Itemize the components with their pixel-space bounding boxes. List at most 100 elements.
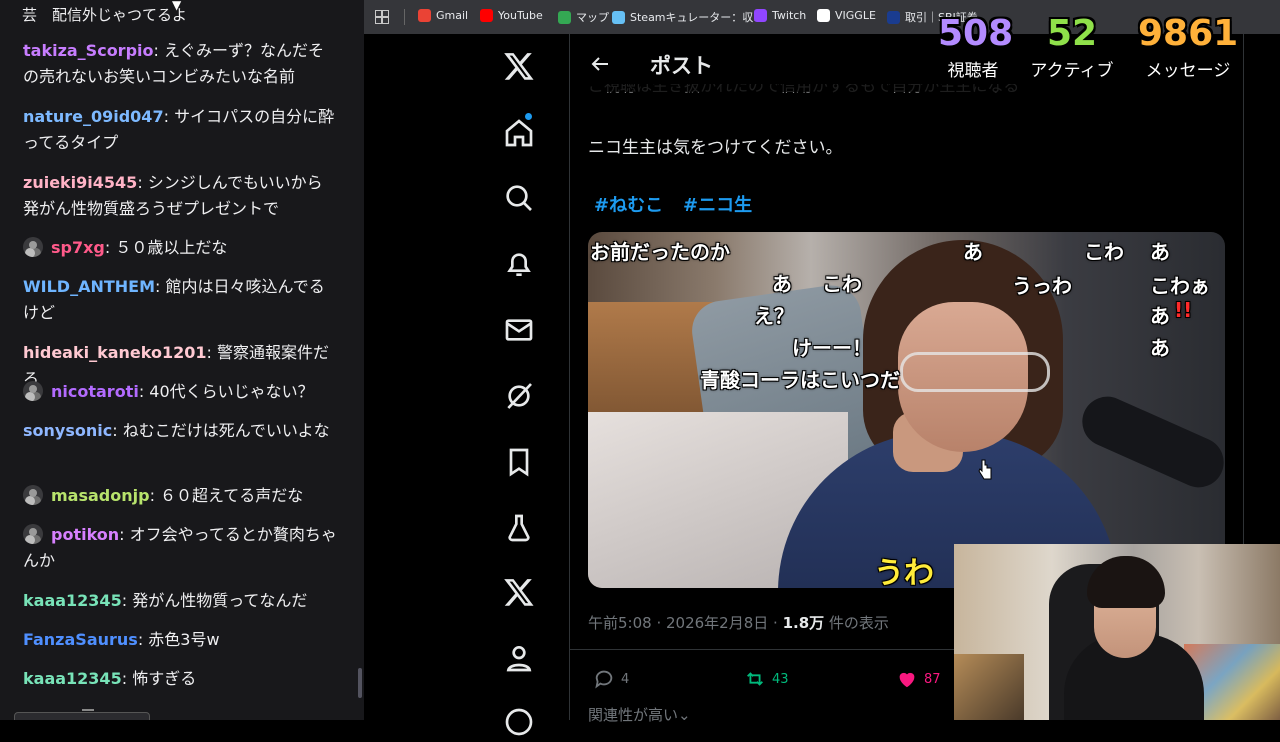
bookmark-icon[interactable] [503,446,535,478]
home-icon[interactable] [503,117,535,149]
grok-icon[interactable] [503,380,535,412]
chat-username[interactable]: FanzaSaurus [23,630,138,649]
bookmark-item[interactable]: YouTube [480,9,543,22]
chat-username[interactable]: nature_09id047 [23,107,164,126]
back-arrow-icon[interactable] [588,52,612,76]
danmaku-comment: あ [772,272,792,296]
chat-message: potikon: オフ会やってるとか贅肉ちゃんか [23,522,338,574]
view-count: 1.8万 [782,614,825,632]
x-premium-icon[interactable] [503,576,535,608]
bookmark-label: YouTube [498,9,543,22]
chat-message: kaaa12345: 怖すぎる [23,666,338,692]
message-label: メッセージ [1145,61,1231,81]
favicon-icon [558,10,571,24]
favicon-icon [418,9,431,22]
page-title: ポスト [650,54,713,78]
user-badge-icon [23,523,43,544]
chat-username[interactable]: potikon [51,525,119,544]
chat-message: FanzaSaurus: 赤色3号w [23,627,338,653]
caret-down-icon[interactable]: ▼ [172,0,181,12]
bookmark-label: Steamキュレーター：収... [630,11,764,24]
bookmark-item[interactable]: マップ [558,9,609,25]
chat-text: ５０歳以上だな [115,238,228,257]
repost-count: 43 [772,671,789,687]
chat-colon: : [155,277,166,296]
chat-message: masadonjp: ６０超えてる声だな [23,483,338,509]
chat-colon: : [121,591,133,610]
post-body: ニコ生主は気をつけてください。 [588,138,843,158]
favicon-icon [480,9,493,22]
bookmark-item[interactable]: Gmail [418,9,468,22]
like-count: 87 [924,671,941,687]
chat-text: 赤色3号w [148,630,220,649]
danmaku-comment: うっわ [1012,274,1072,298]
hashtag-link[interactable]: #ねむこ [594,191,663,217]
profile-icon[interactable] [503,642,535,674]
chat-colon: : [206,343,217,362]
chat-username[interactable]: WILD_ANTHEM [23,277,155,296]
hashtag-link[interactable]: #ニコ生 [683,191,752,217]
chat-colon: : [137,630,149,649]
chat-colon: : [121,669,133,688]
reply-button[interactable]: 4 [593,668,629,690]
chat-text: 発がん性物質ってなんだ [132,591,308,610]
danmaku-comment: あ [1150,304,1170,328]
chat-username[interactable]: takiza_Scorpio [23,41,154,60]
chat-username[interactable]: sp7xg [51,238,105,257]
chat-message: WILD_ANTHEM: 館内は日々咳込んでるけど [23,274,338,326]
bookmark-item[interactable]: Twitch [754,9,806,22]
chat-colon: : [153,41,164,60]
repost-button[interactable]: 43 [744,668,789,690]
mail-icon[interactable] [503,314,535,346]
search-icon[interactable] [503,182,535,214]
active-label: アクティブ [1030,61,1114,81]
chat-username[interactable]: sonysonic [23,421,112,440]
repost-icon [747,672,763,686]
chat-input[interactable] [14,712,150,720]
favicon-icon [612,10,625,24]
chat-colon: : [137,173,148,192]
stat-messages: 9861 メッセージ [1138,14,1238,82]
chat-scrollbar[interactable] [358,668,362,698]
like-button[interactable]: 87 [896,668,941,690]
glasses [900,352,1050,392]
chat-top-fragment: 芸 配信外じゃつてるよ ▼ [22,0,188,24]
chat-panel: 芸 配信外じゃつてるよ ▼ takiza_Scorpio: えぐみーず？なんだそ… [0,0,364,720]
stat-active: 52 アクティブ [1022,13,1122,82]
bell-icon[interactable] [503,248,535,280]
chat-username[interactable]: kaaa12345 [23,591,122,610]
bookmark-item[interactable]: VIGGLE [817,9,876,22]
chat-message: takiza_Scorpio: えぐみーず？なんだその売れないお笑いコンビみたい… [23,38,338,90]
heart-icon [899,672,915,688]
sort-dropdown[interactable]: 関連性が高い⌄ [588,704,691,725]
active-count: 52 [1046,13,1098,54]
chat-colon: : [119,525,130,544]
chat-colon: : [149,486,161,505]
hand-cursor-icon [978,459,992,481]
flask-icon[interactable] [503,512,535,544]
post-video[interactable]: お前だったのか あ こわ あ あ こわ うっわ こわぁ え？ あ !! けーー！… [588,232,1225,588]
chat-input-indicator [82,709,94,711]
background-clutter [954,654,1024,720]
chat-username[interactable]: kaaa12345 [23,669,122,688]
x-logo-icon[interactable] [503,50,535,82]
chat-username[interactable]: nicotaroti [51,382,139,401]
more-icon[interactable] [503,706,535,738]
apps-grid-icon[interactable] [375,10,389,24]
chat-username[interactable]: zuieki9i4545 [23,173,137,192]
user-badge-icon [23,380,43,401]
chat-colon: : [138,382,150,401]
chat-colon: : [112,421,123,440]
chat-message: sp7xg: ５０歳以上だな [23,235,338,261]
favicon-icon [817,9,830,22]
chat-username[interactable]: hideaki_kaneko1201 [23,343,207,362]
danmaku-comment: !! [1174,298,1193,322]
bookmark-label: Twitch [772,9,807,22]
bookmark-item[interactable]: Steamキュレーター：収... [612,9,764,25]
bookmark-label: VIGGLE [835,9,876,22]
bookmark-label: マップ [576,11,609,24]
chat-colon: : [104,238,116,257]
webcam-feed [954,544,1280,720]
chat-username[interactable]: masadonjp [51,486,150,505]
viewer-count: 508 [938,13,1014,54]
